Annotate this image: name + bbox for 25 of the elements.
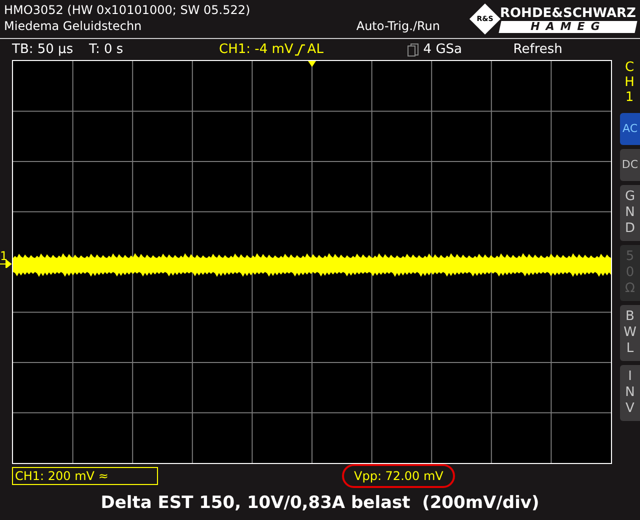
coupling-button[interactable]: GND <box>620 185 640 241</box>
caption: Delta EST 150, 10V/0,83A belast (200mV/div) <box>100 492 540 516</box>
vpp-measurement: Vpp: 72.00 mV <box>342 464 456 488</box>
coupling-button[interactable]: BWL <box>620 305 640 361</box>
trigger-level: CH1: -4 mV <box>219 40 294 59</box>
user-name: Miedema Geluidstechn <box>4 18 143 34</box>
layers-icon <box>407 42 420 56</box>
channel-marker: 1 <box>0 250 8 262</box>
sub-brand: HAMEG <box>498 20 638 32</box>
device-info: HMO3052 (HW 0x10101000; SW 05.522) <box>4 2 250 18</box>
trigger-source: AL <box>307 40 324 59</box>
acquisition-mode: Refresh <box>513 40 562 59</box>
coupling-button[interactable]: DC <box>620 149 640 181</box>
trigger-marker-icon <box>308 61 316 67</box>
coupling-button[interactable]: INV <box>620 365 640 421</box>
channel-scale: CH1: 200 mV ≈ <box>12 467 158 485</box>
arrow-icon <box>0 260 12 268</box>
coupling-button[interactable]: AC <box>620 113 640 145</box>
sample-rate: 4 GSa <box>423 40 463 59</box>
trigger-time: T: 0 s <box>89 40 124 59</box>
run-mode: Auto-Trig./Run <box>356 18 440 35</box>
timebase: TB: 50 µs <box>12 40 74 59</box>
channel-label: CH1 <box>624 60 636 105</box>
brand-name: ROHDE&SCHWARZ <box>500 6 636 20</box>
rising-edge-icon <box>295 44 306 56</box>
